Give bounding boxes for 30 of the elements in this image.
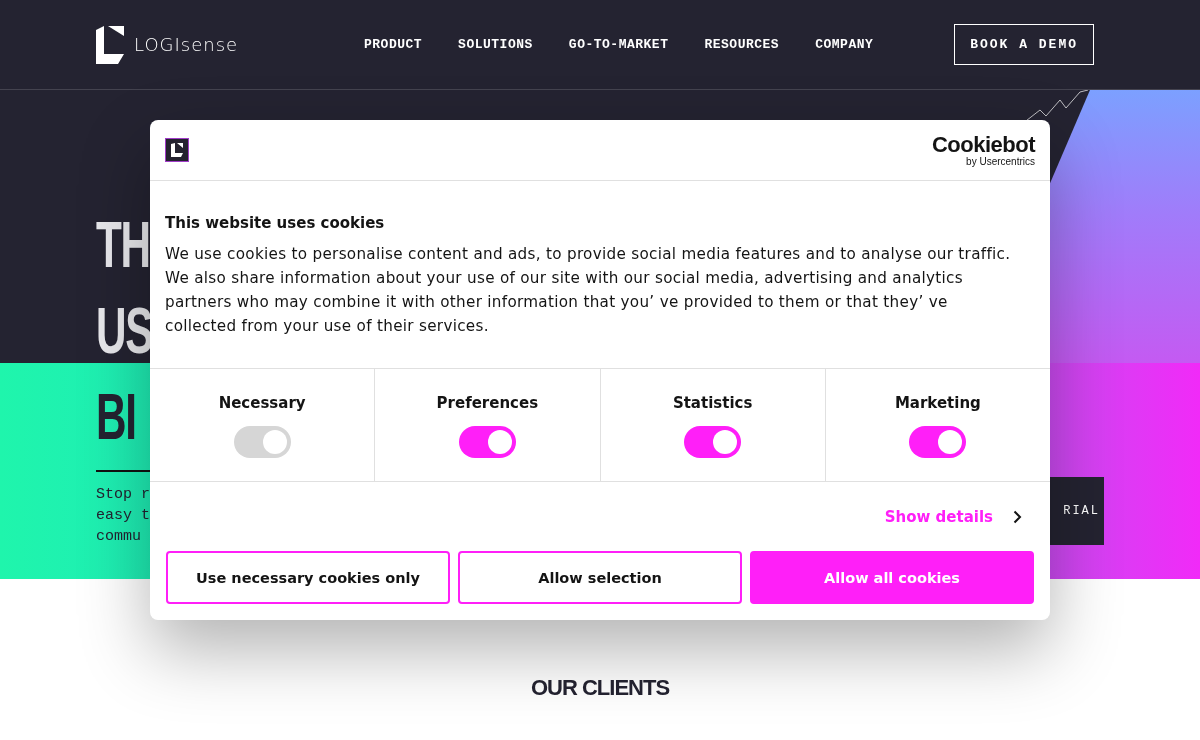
nav-link[interactable]: GO-TO-MARKET	[568, 37, 669, 52]
consent-button[interactable]: Use necessary cookies only	[166, 551, 450, 604]
nav-link[interactable]: SOLUTIONS	[458, 37, 533, 52]
logo-icon	[165, 138, 189, 162]
toggle-switch[interactable]	[458, 426, 516, 458]
book-demo-button[interactable]: BOOK A DEMO	[954, 24, 1094, 65]
dialog-text: We use cookies to personalise content and ads, to provide social media features and to analyse our traffic. We also share information about your use of our site with our social media, advertising and analytics partners who may combine it with other information that you’ ve provided to them or that they’ ve collected from your use of their services.	[165, 244, 1012, 337]
category-label: Statistics	[672, 394, 753, 412]
chevron-right-icon[interactable]	[1013, 509, 1022, 524]
category-label: Preferences	[436, 394, 539, 412]
intro-text: commu	[96, 527, 142, 547]
headline-text: TH	[96, 208, 150, 283]
logo-icon[interactable]	[96, 25, 124, 64]
category-label: Necessary	[218, 394, 306, 412]
intro-text: Stop r	[96, 485, 150, 505]
nav-link[interactable]: PRODUCT	[364, 37, 423, 52]
category-label: Marketing	[894, 394, 981, 412]
brand-name[interactable]: LOGIsense	[134, 34, 239, 55]
intro-text: easy t	[96, 506, 150, 526]
section-heading: OUR CLIENTS	[530, 675, 670, 701]
consent-button[interactable]: Allow selection	[458, 551, 742, 604]
nav-link[interactable]: COMPANY	[815, 37, 874, 52]
trial-button[interactable]: RIAL	[1050, 477, 1104, 545]
toggle-switch[interactable]	[684, 426, 742, 458]
nav-link[interactable]: RESOURCES	[704, 37, 780, 52]
toggle-switch[interactable]	[909, 426, 967, 458]
headline-text: BI	[96, 380, 136, 455]
cookiebot-logo: Cookiebot by Usercentrics	[931, 133, 1035, 167]
dialog-title: This website uses cookies	[165, 214, 386, 232]
headline-text: US	[96, 294, 153, 369]
